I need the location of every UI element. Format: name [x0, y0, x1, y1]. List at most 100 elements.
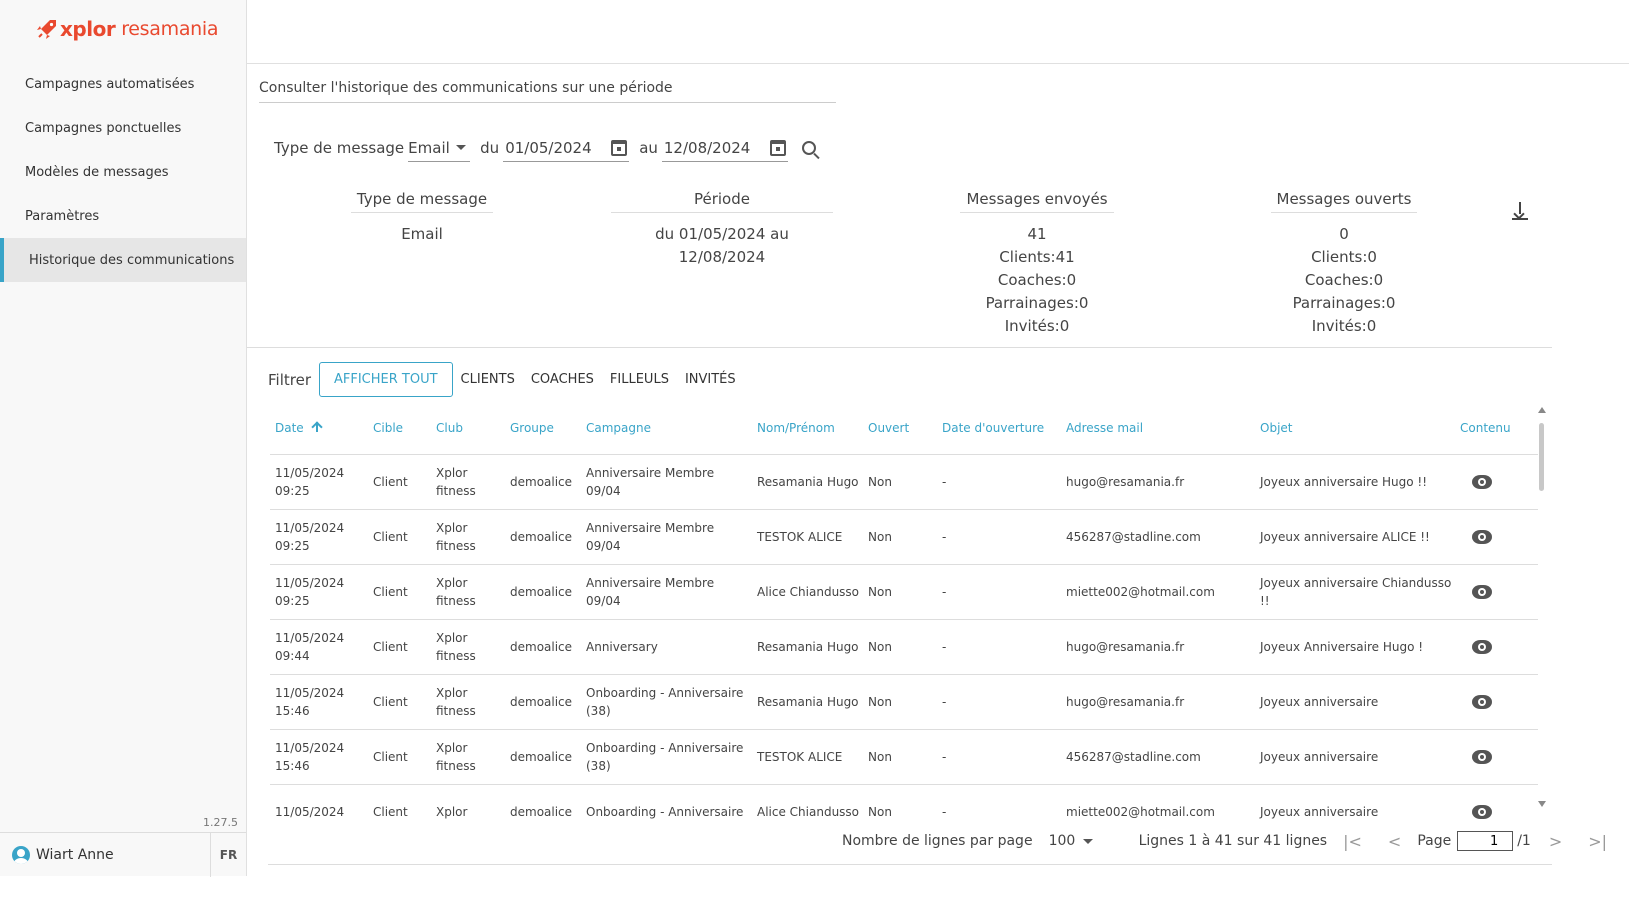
cell-cible: Client [368, 454, 431, 510]
date-to-input[interactable]: 12/08/2024 [661, 134, 788, 162]
table-scrollbar[interactable] [1536, 407, 1546, 807]
eye-icon[interactable] [1472, 474, 1492, 489]
table-row: 11/05/2024 09:25 Client Xplor fitness demo… [270, 564, 1538, 620]
cell-adresse: hugo@resamania.fr [1061, 454, 1255, 510]
page-total: /1 [1517, 833, 1531, 849]
col-header-adresse[interactable]: Adresse mail [1061, 403, 1255, 455]
filter-chip-coaches[interactable]: COACHES [531, 372, 594, 387]
cell-contenu [1455, 454, 1538, 510]
summary-panel: Type de message Email Période du 01/05/2… [247, 190, 1552, 348]
cell-ouvert: Non [863, 784, 937, 821]
summary-sent-coaches: Coaches:0 [997, 271, 1077, 289]
message-type-select[interactable]: Email [408, 134, 471, 162]
summary-sent-invites: Invités:0 [1004, 317, 1070, 335]
filter-bar: Filtrer AFFICHER TOUT CLIENTS COACHES FI… [268, 362, 736, 397]
logo-brand: xplor [60, 17, 116, 41]
cell-objet: Joyeux anniversaire [1255, 729, 1455, 785]
date-to-label: au [639, 139, 658, 157]
page-label: Page [1417, 833, 1452, 849]
user-name[interactable]: Wiart Anne [36, 847, 114, 863]
page-input[interactable] [1457, 831, 1514, 851]
eye-icon[interactable] [1472, 584, 1492, 599]
sidebar-item-campagnes-automatisees[interactable]: Campagnes automatisées [0, 62, 246, 106]
table-row: 11/05/2024 15:46 Client Xplor fitness demo… [270, 674, 1538, 730]
col-header-ouvert[interactable]: Ouvert [863, 403, 937, 455]
cell-adresse: hugo@resamania.fr [1061, 674, 1255, 730]
bottom-divider [268, 864, 1552, 865]
eye-icon[interactable] [1472, 529, 1492, 544]
col-header-objet[interactable]: Objet [1255, 403, 1455, 455]
table-row: 11/05/2024 09:44 Client Xplor fitness demo… [270, 619, 1538, 675]
message-type-value: Email [408, 138, 450, 157]
cell-adresse: 456287@stadline.com [1061, 509, 1255, 565]
cell-cible: Client [368, 729, 431, 785]
cell-adresse: hugo@resamania.fr [1061, 619, 1255, 675]
col-header-groupe[interactable]: Groupe [505, 403, 581, 455]
first-page-icon[interactable]: |< [1343, 832, 1362, 851]
cell-date: 11/05/2024 09:25 [270, 564, 368, 620]
col-header-club[interactable]: Club [431, 403, 505, 455]
cell-objet: Joyeux anniversaire Hugo !! [1255, 454, 1455, 510]
calendar-icon[interactable] [769, 139, 786, 156]
history-table: Date Cible Club Groupe Campagne Nom/Prén… [270, 403, 1538, 821]
cell-ouvert: Non [863, 454, 937, 510]
col-header-date[interactable]: Date [270, 403, 368, 455]
table-row: 11/05/2024 09:25 Client Xplor fitness demo… [270, 454, 1538, 510]
date-to-value: 12/08/2024 [663, 138, 751, 157]
scroll-up-icon[interactable] [1538, 407, 1546, 413]
scroll-down-icon[interactable] [1538, 801, 1546, 807]
cell-campagne: Anniversaire Membre 09/04 [581, 509, 752, 565]
sidebar-item-parametres[interactable]: Paramètres [0, 194, 246, 238]
search-icon[interactable] [801, 141, 816, 155]
cell-date-ouverture: - [937, 674, 1061, 730]
next-page-icon[interactable]: > [1549, 832, 1562, 851]
col-header-contenu[interactable]: Contenu [1455, 403, 1538, 455]
cell-date-ouverture: - [937, 784, 1061, 821]
logo[interactable]: xplor resamania [36, 14, 219, 44]
rows-per-page-select[interactable]: 100 [1049, 833, 1093, 849]
col-header-cible[interactable]: Cible [368, 403, 431, 455]
history-table-wrapper: Date Cible Club Groupe Campagne Nom/Prén… [270, 403, 1538, 821]
summary-sent-parrainages: Parrainages:0 [985, 294, 1089, 312]
eye-icon[interactable] [1472, 804, 1492, 819]
summary-type-value: Email [401, 225, 443, 243]
cell-club: Xplor fitness [431, 674, 505, 730]
sidebar-item-historique[interactable]: Historique des communications [0, 238, 246, 282]
summary-opened-lines: 0 Clients:0 Coaches:0 Parrainages:0 Invi… [1254, 223, 1434, 338]
col-header-date-ouverture[interactable]: Date d'ouverture [937, 403, 1061, 455]
main-content: Consulter l'historique des communication… [247, 64, 1629, 910]
cell-nom: TESTOK ALICE [752, 729, 863, 785]
cell-date: 11/05/2024 09:44 [270, 619, 368, 675]
language-selector[interactable]: FR [210, 833, 246, 877]
filter-chip-clients[interactable]: CLIENTS [461, 372, 515, 387]
col-header-campagne[interactable]: Campagne [581, 403, 752, 455]
cell-groupe: demoalice [505, 619, 581, 675]
summary-sent-lines: 41 Clients:41 Coaches:0 Parrainages:0 In… [947, 223, 1127, 338]
prev-page-icon[interactable]: < [1388, 832, 1401, 851]
scrollbar-thumb[interactable] [1539, 423, 1544, 491]
cell-cible: Client [368, 509, 431, 565]
col-header-nom[interactable]: Nom/Prénom [752, 403, 863, 455]
calendar-icon[interactable] [611, 139, 628, 156]
eye-icon[interactable] [1472, 749, 1492, 764]
filter-chip-filleuls[interactable]: FILLEULS [610, 372, 669, 387]
filter-chip-invites[interactable]: INVITÉS [685, 372, 736, 387]
summary-opened-clients: Clients:0 [1311, 248, 1377, 266]
date-from-input[interactable]: 01/05/2024 [503, 134, 630, 162]
summary-sent-head: Messages envoyés [960, 190, 1114, 213]
cell-nom: Alice Chiandusso [752, 784, 863, 821]
filter-chip-all[interactable]: AFFICHER TOUT [319, 362, 453, 397]
summary-opened: Messages ouverts 0 Clients:0 Coaches:0 P… [1254, 190, 1434, 338]
download-icon[interactable] [1510, 200, 1530, 222]
user-avatar-icon[interactable] [12, 845, 30, 864]
cell-contenu [1455, 619, 1538, 675]
last-page-icon[interactable]: >| [1588, 832, 1607, 851]
cell-ouvert: Non [863, 509, 937, 565]
sidebar-item-modeles-de-messages[interactable]: Modèles de messages [0, 150, 246, 194]
app-version: 1.27.5 [203, 816, 238, 829]
eye-icon[interactable] [1472, 694, 1492, 709]
sidebar-item-campagnes-ponctuelles[interactable]: Campagnes ponctuelles [0, 106, 246, 150]
cell-ouvert: Non [863, 564, 937, 620]
eye-icon[interactable] [1472, 639, 1492, 654]
cell-date-ouverture: - [937, 509, 1061, 565]
